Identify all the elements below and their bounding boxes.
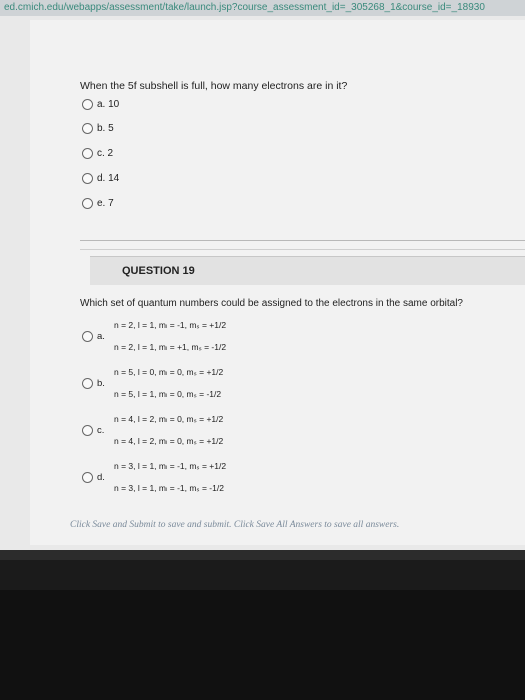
q18-option-a[interactable]: a. 10 <box>82 99 119 113</box>
q18-question: When the 5f subshell is full, how many e… <box>80 80 348 92</box>
q19-option-c-line2: n = 4, l = 2, mₗ = 0, mₛ = +1/2 <box>114 436 224 446</box>
radio-icon[interactable] <box>82 472 93 483</box>
q19-option-b[interactable]: b. <box>82 378 105 389</box>
q19-option-c[interactable]: c. <box>82 425 104 436</box>
radio-icon[interactable] <box>82 99 93 110</box>
q19-option-d-line1: n = 3, l = 1, mₗ = -1, mₛ = +1/2 <box>114 461 227 471</box>
taskbar: earch ▥ L W <box>0 550 525 560</box>
screen: ed.cmich.edu/webapps/assessment/take/lau… <box>0 0 525 560</box>
q18-option-b[interactable]: b. 5 <box>82 123 114 137</box>
radio-icon[interactable] <box>82 425 93 436</box>
q19-option-d-line2: n = 3, l = 1, mₗ = -1, mₛ = -1/2 <box>114 483 224 493</box>
q19-option-a-line1: n = 2, l = 1, mₗ = -1, mₛ = +1/2 <box>114 320 227 330</box>
question-title: QUESTION 19 <box>122 265 195 277</box>
divider <box>80 240 525 241</box>
q19-option-b-line1: n = 5, l = 0, mₗ = 0, mₛ = +1/2 <box>114 367 224 377</box>
save-instructions: Click Save and Submit to save and submit… <box>70 520 400 530</box>
radio-icon[interactable] <box>82 148 93 159</box>
q19-option-b-line2: n = 5, l = 1, mₗ = 0, mₛ = -1/2 <box>114 389 222 399</box>
radio-icon[interactable] <box>82 378 93 389</box>
q19-option-a[interactable]: a. <box>82 331 105 342</box>
laptop-bezel <box>0 590 525 700</box>
radio-icon[interactable] <box>82 198 93 209</box>
divider <box>80 249 525 250</box>
q18-option-c[interactable]: c. 2 <box>82 148 113 162</box>
q18-option-d[interactable]: d. 14 <box>82 173 119 187</box>
address-bar[interactable]: ed.cmich.edu/webapps/assessment/take/lau… <box>0 0 525 16</box>
q19-option-a-line2: n = 2, l = 1, mₗ = +1, mₛ = -1/2 <box>114 342 227 352</box>
radio-icon[interactable] <box>82 123 93 134</box>
radio-icon[interactable] <box>82 173 93 184</box>
assessment-content: When the 5f subshell is full, how many e… <box>30 20 525 545</box>
q19-option-c-line1: n = 4, l = 2, mₗ = 0, mₛ = +1/2 <box>114 414 224 424</box>
radio-icon[interactable] <box>82 331 93 342</box>
q19-option-d[interactable]: d. <box>82 472 105 483</box>
question-header: QUESTION 19 <box>90 256 525 285</box>
q19-question: Which set of quantum numbers could be as… <box>80 298 463 309</box>
q18-option-e[interactable]: e. 7 <box>82 198 114 212</box>
